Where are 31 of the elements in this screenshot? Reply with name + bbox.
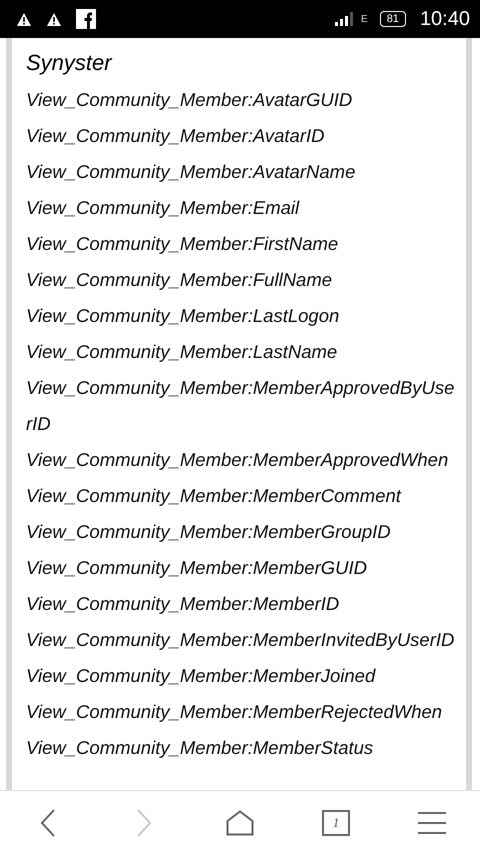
page-title: Synyster (26, 49, 114, 77)
field-name-text: View_Community_Member:FullName (26, 268, 334, 292)
field-name-text: View_Community_Member:Email (26, 196, 300, 220)
facebook-icon (76, 9, 96, 29)
field-name-text: View_Community_Member:MemberComment (26, 484, 402, 508)
network-type: E (361, 14, 368, 24)
field-name-text: View_Community_Member:MemberStatus (26, 736, 374, 760)
clock: 10:40 (420, 8, 470, 30)
field-name-text: View_Community_Member:AvatarID (26, 124, 326, 148)
field-name-text: View_Community_Member:LastLogon (26, 304, 340, 328)
field-name-text: View_Community_Member:MemberRejectedWhen (26, 700, 444, 724)
field-name-text: View_Community_Member:MemberApprovedByUserID (26, 376, 456, 436)
warning-icon (16, 12, 32, 26)
field-name-text: View_Community_Member:MemberInvitedByUserID (26, 628, 456, 652)
warning-icon (46, 12, 62, 26)
field-name-text: View_Community_Member:MemberGUID (26, 556, 368, 580)
field-name-text: View_Community_Member:AvatarName (26, 160, 356, 184)
field-name-text: View_Community_Member:MemberApprovedWhen (26, 448, 450, 472)
home-icon (226, 810, 254, 836)
field-name-text: View_Community_Member:LastName (26, 340, 338, 364)
menu-icon (418, 811, 446, 835)
tabs-button[interactable]: 1 (312, 799, 360, 847)
back-icon (40, 809, 56, 837)
field-name-text: View_Community_Member:MemberGroupID (26, 520, 392, 544)
field-name-text: View_Community_Member:MemberJoined (26, 664, 377, 688)
field-name-text: View_Community_Member:MemberID (26, 592, 340, 616)
battery-indicator: 81 (380, 11, 406, 27)
forward-icon (136, 809, 152, 837)
signal-icon (335, 12, 356, 26)
field-name-text: View_Community_Member:FirstName (26, 232, 340, 256)
field-name-text: View_Community_Member:AvatarGUID (26, 88, 354, 112)
